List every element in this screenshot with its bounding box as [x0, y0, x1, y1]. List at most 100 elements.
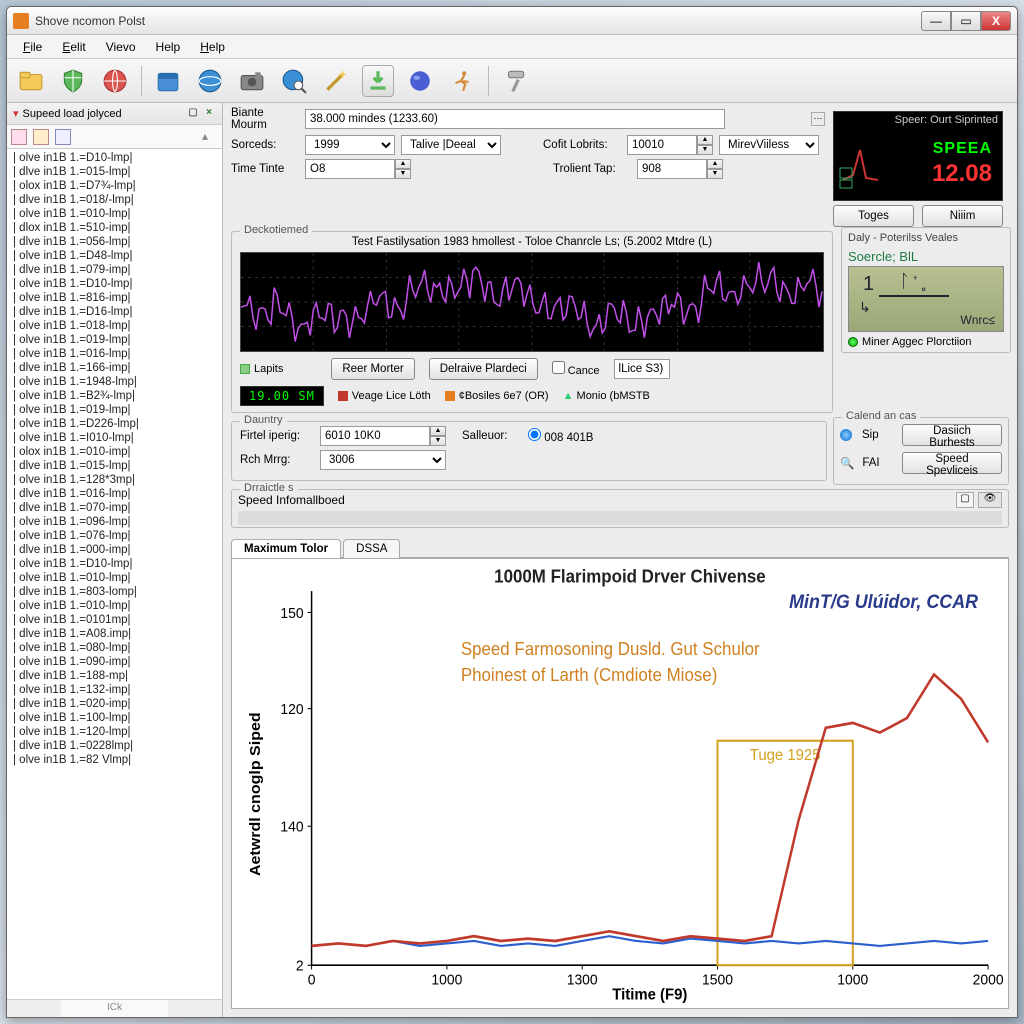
list-item[interactable]: | dlve in1B 1.=015-lmp|: [7, 165, 222, 179]
list-item[interactable]: | dlve in1B 1.=020-imp|: [7, 697, 222, 711]
tool-shield-icon[interactable]: [57, 65, 89, 97]
list-item[interactable]: | dlve in1B 1.=018/-lmp|: [7, 193, 222, 207]
draictes-btn1[interactable]: ▢: [956, 492, 974, 508]
list-item[interactable]: | dlve in1B 1.=016-lmp|: [7, 487, 222, 501]
minimize-button[interactable]: —: [921, 11, 951, 31]
list-item[interactable]: | dlve in1B 1.=188-mp|: [7, 669, 222, 683]
list-item[interactable]: | dlve in1B 1.=015-lmp|: [7, 459, 222, 473]
header-value-input[interactable]: [305, 109, 725, 129]
list-item[interactable]: | olve in1B 1.=010-lmp|: [7, 599, 222, 613]
list-item[interactable]: | dlve in1B 1.=A08.imp|: [7, 627, 222, 641]
sidetool-1-icon[interactable]: [11, 129, 27, 145]
list-item[interactable]: | olox in1B 1.=D7¾-lmp|: [7, 179, 222, 193]
collapse-icon[interactable]: ▾: [13, 107, 19, 120]
firtel-input[interactable]: [320, 426, 430, 446]
tool-wand-icon[interactable]: [320, 65, 352, 97]
list-item[interactable]: | olve in1B 1.=080-lmp|: [7, 641, 222, 655]
list-item[interactable]: | dlve in1B 1.=056-lmp|: [7, 235, 222, 249]
list-item[interactable]: | olve in1B 1.=016-lmp|: [7, 347, 222, 361]
lice-input[interactable]: [614, 359, 670, 379]
list-item[interactable]: | olve in1B 1.=076-lmp|: [7, 529, 222, 543]
sidebar-up-icon[interactable]: ▴: [202, 129, 218, 145]
maximize-button[interactable]: ▭: [951, 11, 981, 31]
reer-button[interactable]: Reer Morter: [331, 358, 414, 380]
tool-globe-blue-icon[interactable]: [194, 65, 226, 97]
tool-folder-icon[interactable]: [15, 65, 47, 97]
close-button[interactable]: X: [981, 11, 1011, 31]
tool-globe-red-icon[interactable]: [99, 65, 131, 97]
tool-hammer-icon[interactable]: [499, 65, 531, 97]
pin-icon[interactable]: ▢: [186, 107, 200, 121]
list-item[interactable]: | olox in1B 1.=010-imp|: [7, 445, 222, 459]
speed-button[interactable]: Speed Spevliceis: [902, 452, 1002, 474]
titlebar[interactable]: Shove ncomon Polst — ▭ X: [7, 7, 1017, 35]
waveform-display[interactable]: [240, 252, 824, 352]
header-info-icon[interactable]: ⋯: [811, 112, 825, 126]
cance-checkbox[interactable]: [552, 361, 565, 374]
list-item[interactable]: | dlve in1B 1.=803-lomp|: [7, 585, 222, 599]
list-item[interactable]: | olve in1B 1.=132-imp|: [7, 683, 222, 697]
niim-button[interactable]: Niiim: [922, 205, 1003, 227]
list-item[interactable]: | dlox in1B 1.=510-imp|: [7, 221, 222, 235]
scroll-right[interactable]: [168, 1000, 222, 1017]
tool-sphere-icon[interactable]: [404, 65, 436, 97]
list-item[interactable]: | olve in1B 1.=0101mp|: [7, 613, 222, 627]
mode-select[interactable]: Talive |Deeal: [401, 135, 501, 155]
sorceds-select[interactable]: 1999: [305, 135, 395, 155]
list-item[interactable]: | dlve in1B 1.=070-imp|: [7, 501, 222, 515]
toges-button[interactable]: Toges: [833, 205, 914, 227]
rch-select[interactable]: 3006: [320, 450, 446, 470]
tool-calendar-icon[interactable]: [152, 65, 184, 97]
scroll-left[interactable]: [7, 1000, 61, 1017]
cofit-input[interactable]: [627, 135, 697, 155]
menu-help1[interactable]: Help: [148, 38, 189, 56]
list-item[interactable]: | olve in1B 1.=128*3mp|: [7, 473, 222, 487]
list-item[interactable]: | olve in1B 1.=I010-lmp|: [7, 431, 222, 445]
list-item[interactable]: | olve in1B 1.=D10-lmp|: [7, 277, 222, 291]
list-item[interactable]: | olve in1B 1.=D226-lmp|: [7, 417, 222, 431]
draictes-btn2[interactable]: 👁: [978, 492, 1002, 508]
list-item[interactable]: | olve in1B 1.=82 Vlmp|: [7, 753, 222, 767]
sidetool-2-icon[interactable]: [33, 129, 49, 145]
tool-download-icon[interactable]: [362, 65, 394, 97]
dasiich-button[interactable]: Dasiich Burhests: [902, 424, 1002, 446]
list-item[interactable]: | dlve in1B 1.=D16-lmp|: [7, 305, 222, 319]
list-item[interactable]: | olve in1B 1.=100-lmp|: [7, 711, 222, 725]
timetinte-input[interactable]: [305, 159, 395, 179]
cofit-down[interactable]: ▼: [697, 145, 713, 155]
list-item[interactable]: | olve in1B 1.=D48-lmp|: [7, 249, 222, 263]
list-item[interactable]: | dlve in1B 1.=166-imp|: [7, 361, 222, 375]
list-item[interactable]: | olve in1B 1.=018-lmp|: [7, 319, 222, 333]
list-item[interactable]: | olve in1B 1.=096-lmp|: [7, 515, 222, 529]
salleuor-radio[interactable]: [528, 428, 541, 441]
list-item[interactable]: | dlve in1B 1.=079-imp|: [7, 263, 222, 277]
tab-dssa[interactable]: DSSA: [343, 539, 400, 558]
tool-runner-icon[interactable]: [446, 65, 478, 97]
menu-view[interactable]: Vievo: [98, 38, 144, 56]
tool-camera-icon[interactable]: [236, 65, 268, 97]
menu-help2[interactable]: Help: [192, 38, 233, 56]
mirev-select[interactable]: MirevViiless: [719, 135, 819, 155]
list-item[interactable]: | olve in1B 1.=010-lmp|: [7, 571, 222, 585]
menu-edit[interactable]: Eelit: [54, 38, 93, 56]
list-item[interactable]: | olve in1B 1.=010-lmp|: [7, 207, 222, 221]
list-item[interactable]: | olve in1B 1.=D10-lmp|: [7, 151, 222, 165]
list-item[interactable]: | dlve in1B 1.=0228lmp|: [7, 739, 222, 753]
chart-area[interactable]: 1000M Flarimpoid Drver Chivense MinT/G U…: [231, 558, 1009, 1009]
list-item[interactable]: | olve in1B 1.=B2¾-lmp|: [7, 389, 222, 403]
cofit-up[interactable]: ▲: [697, 135, 713, 145]
trolient-input[interactable]: [637, 159, 707, 179]
list-item[interactable]: | olve in1B 1.=120-lmp|: [7, 725, 222, 739]
list-item[interactable]: | olve in1B 1.=019-lmp|: [7, 333, 222, 347]
sidetool-3-icon[interactable]: [55, 129, 71, 145]
tab-maximum-tolor[interactable]: Maximum Tolor: [231, 539, 341, 558]
list-item[interactable]: | olve in1B 1.=019-lmp|: [7, 403, 222, 417]
delraive-button[interactable]: Delraive Plardeci: [429, 358, 538, 380]
list-item[interactable]: | olve in1B 1.=D10-lmp|: [7, 557, 222, 571]
sidebar-close-icon[interactable]: ×: [202, 107, 216, 121]
list-item[interactable]: | dlve in1B 1.=000-imp|: [7, 543, 222, 557]
list-item[interactable]: | olve in1B 1.=090-imp|: [7, 655, 222, 669]
menu-file[interactable]: File: [15, 38, 50, 56]
list-item[interactable]: | olve in1B 1.=1948-lmp|: [7, 375, 222, 389]
file-list[interactable]: | olve in1B 1.=D10-lmp|| dlve in1B 1.=01…: [7, 149, 222, 999]
